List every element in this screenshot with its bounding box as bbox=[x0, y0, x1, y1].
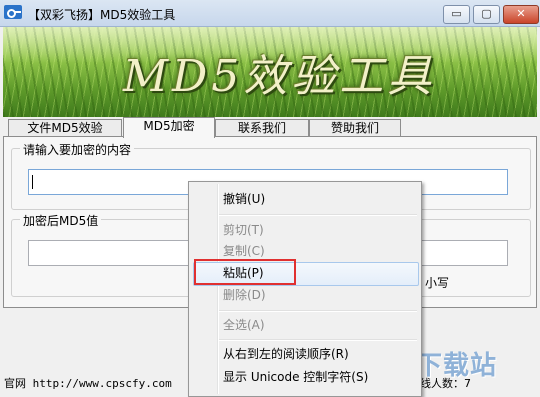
window-title: 【双彩飞扬】MD5效验工具 bbox=[28, 8, 176, 22]
menu-item-rtl-reading-order[interactable]: 从右到左的阅读顺序(R) bbox=[223, 344, 413, 364]
context-menu: 撤销(U) 剪切(T) 复制(C) 粘贴(P) 删除(D) 全选(A) 从右到左… bbox=[188, 181, 422, 397]
tab-file-md5-check[interactable]: 文件MD5效验 bbox=[8, 119, 122, 137]
input-group-label: 请输入要加密的内容 bbox=[20, 141, 135, 158]
tab-strip: 文件MD5效验 MD5加密 联系我们 赞助我们 bbox=[3, 117, 537, 138]
menu-item-cut[interactable]: 剪切(T) bbox=[223, 220, 413, 240]
tab-contact-us[interactable]: 联系我们 bbox=[215, 119, 309, 137]
output-group-label: 加密后MD5值 bbox=[20, 212, 102, 229]
main-window: 【双彩飞扬】MD5效验工具 ▭ ▢ ✕ MD5效验工具 文件MD5效验 MD5加… bbox=[0, 0, 540, 397]
tab-md5-encrypt[interactable]: MD5加密 bbox=[123, 117, 215, 138]
title-bar[interactable]: 【双彩飞扬】MD5效验工具 ▭ ▢ ✕ bbox=[0, 0, 540, 27]
menu-item-select-all[interactable]: 全选(A) bbox=[223, 315, 413, 335]
text-caret bbox=[32, 175, 33, 189]
menu-item-show-unicode-control[interactable]: 显示 Unicode 控制字符(S) bbox=[223, 367, 413, 387]
menu-item-delete[interactable]: 删除(D) bbox=[223, 285, 413, 305]
header-banner: MD5效验工具 bbox=[3, 27, 537, 117]
maximize-button[interactable]: ▢ bbox=[473, 5, 500, 24]
app-key-icon[interactable] bbox=[4, 5, 22, 19]
menu-separator bbox=[219, 310, 417, 312]
website-link[interactable]: 官网 http://www.cpscfy.com bbox=[4, 375, 172, 391]
minimize-button[interactable]: ▭ bbox=[443, 5, 470, 24]
tab-sponsor-us[interactable]: 赞助我们 bbox=[309, 119, 401, 137]
banner-title: MD5效验工具 bbox=[123, 51, 436, 102]
menu-item-undo[interactable]: 撤销(U) bbox=[223, 189, 413, 209]
menu-separator bbox=[219, 214, 417, 216]
paste-highlight-box bbox=[194, 259, 296, 285]
menu-item-copy[interactable]: 复制(C) bbox=[223, 241, 413, 261]
close-button[interactable]: ✕ bbox=[503, 5, 539, 24]
menu-separator bbox=[219, 339, 417, 341]
lowercase-option-label[interactable]: 小写 bbox=[425, 274, 449, 291]
